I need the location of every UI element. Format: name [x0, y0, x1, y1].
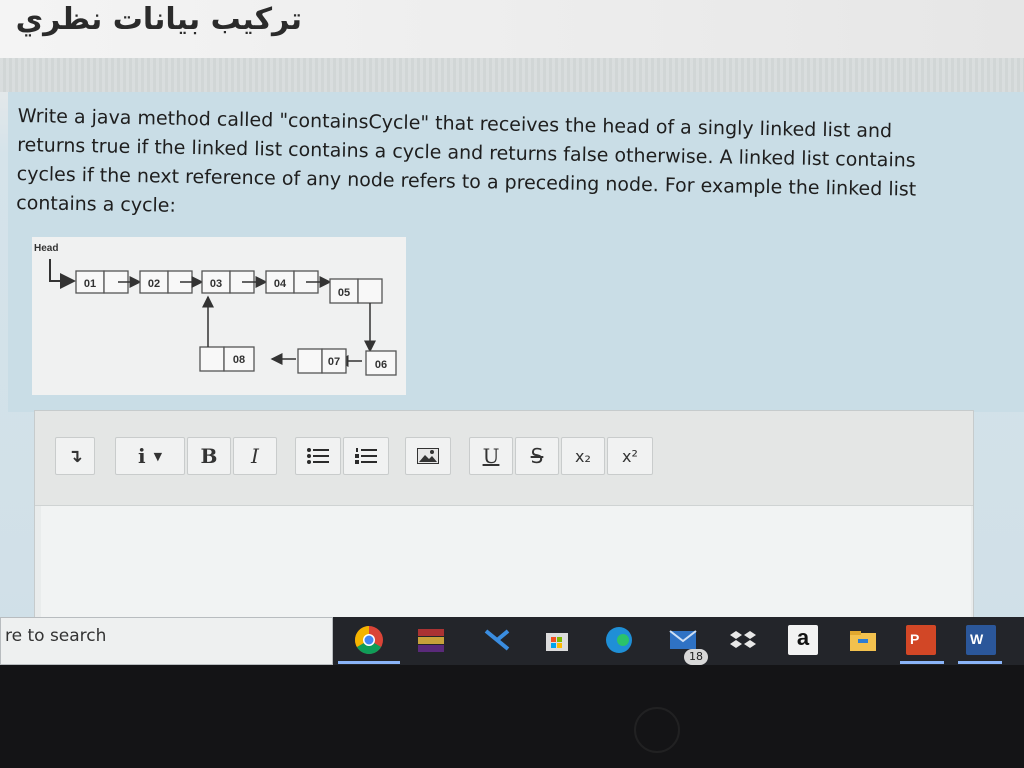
superscript-button[interactable]: x² — [607, 437, 653, 475]
visual-studio-icon[interactable] — [482, 625, 512, 655]
linked-list-diagram: Head 01 02 03 04 05 06 07 08 — [32, 237, 406, 395]
bullet-list-icon — [307, 448, 329, 464]
active-app-indicator — [338, 661, 400, 664]
paragraph-format-button[interactable]: ↴ — [55, 437, 95, 475]
editor-toolbar: ↴ i ▼ B I U S x₂ x² — [35, 411, 973, 506]
taskbar: re to search 18 a P W — [0, 617, 1024, 665]
insert-image-button[interactable] — [405, 437, 451, 475]
italic-button[interactable]: I — [233, 437, 277, 475]
node-label: 03 — [210, 278, 222, 290]
chevron-down-icon: ▼ — [153, 449, 163, 463]
mail-badge: 18 — [684, 649, 708, 665]
answer-editor: ↴ i ▼ B I U S x₂ x² — [34, 410, 974, 625]
decorative-stripe — [0, 58, 1024, 92]
winrar-icon[interactable] — [416, 625, 446, 655]
node-label: 04 — [274, 278, 287, 290]
page-title: تركيب بيانات نظري — [15, 2, 302, 37]
node-label: 01 — [84, 278, 96, 290]
paragraph-icon: ↴ — [67, 445, 83, 467]
info-icon: i — [137, 444, 146, 468]
unordered-list-button[interactable] — [295, 437, 341, 475]
node-label: 07 — [328, 356, 340, 368]
head-label: Head — [34, 243, 58, 254]
bold-button[interactable]: B — [187, 437, 231, 475]
chrome-icon[interactable] — [354, 625, 384, 655]
image-icon — [417, 448, 439, 464]
bold-label: B — [200, 444, 218, 468]
hp-logo-icon — [634, 707, 680, 753]
underline-button[interactable]: U — [469, 437, 513, 475]
strikethrough-button[interactable]: S — [515, 437, 559, 475]
italic-label: I — [251, 444, 259, 468]
amazon-icon[interactable]: a — [788, 625, 818, 655]
question-text: Write a java method called "containsCycl… — [16, 102, 993, 235]
powerpoint-letter: P — [910, 631, 920, 647]
node-06: 06 — [365, 350, 397, 376]
node-08: 08 — [199, 346, 255, 372]
node-label: 06 — [375, 359, 387, 371]
subscript-label: x₂ — [575, 446, 591, 466]
active-app-indicator — [900, 661, 944, 664]
ordered-list-button[interactable] — [343, 437, 389, 475]
node-label: 08 — [233, 354, 245, 366]
store-icon[interactable] — [542, 625, 572, 655]
monitor-bezel — [0, 665, 1024, 768]
superscript-label: x² — [622, 446, 638, 466]
underline-label: U — [482, 444, 500, 468]
word-icon[interactable]: W — [966, 625, 996, 655]
active-app-indicator — [958, 661, 1002, 664]
subscript-button[interactable]: x₂ — [561, 437, 605, 475]
file-explorer-icon[interactable] — [848, 625, 878, 655]
node-label: 05 — [338, 287, 350, 299]
edge-icon[interactable] — [604, 625, 634, 655]
dropbox-icon[interactable] — [728, 625, 758, 655]
powerpoint-icon[interactable]: P — [906, 625, 936, 655]
more-formatting-button[interactable]: i ▼ — [115, 437, 185, 475]
node-07: 07 — [297, 348, 347, 374]
title-bar: تركيب بيانات نظري — [0, 0, 1024, 58]
strikethrough-label: S — [530, 444, 544, 468]
linked-list-svg: Head 01 02 03 04 05 06 07 08 — [34, 243, 397, 376]
answer-textarea[interactable] — [41, 506, 971, 624]
screen: تركيب بيانات نظري Write a java method ca… — [0, 0, 1024, 768]
amazon-letter: a — [796, 625, 810, 650]
taskbar-search-box[interactable]: re to search — [0, 617, 333, 665]
node-label: 02 — [148, 278, 160, 290]
node-05: 05 — [329, 278, 383, 304]
search-text: re to search — [5, 626, 107, 646]
word-letter: W — [970, 631, 984, 647]
numbered-list-icon — [355, 448, 377, 464]
